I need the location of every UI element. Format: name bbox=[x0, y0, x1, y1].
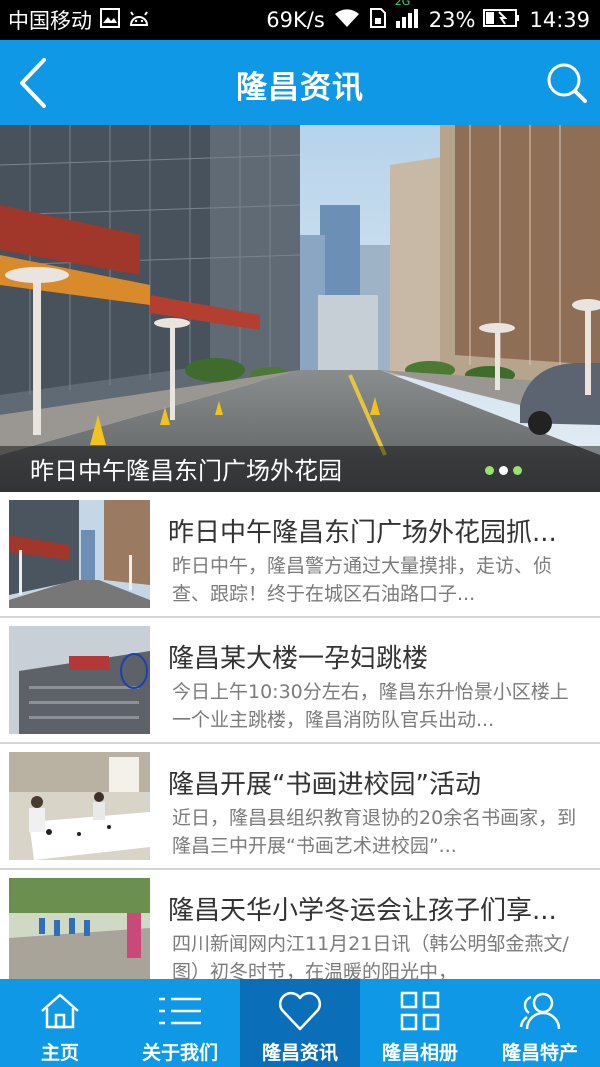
banner-caption: 昨日中午隆昌东门广场外花园 bbox=[30, 457, 342, 485]
battery-icon bbox=[483, 7, 521, 34]
tab-longchang-album[interactable]: 隆昌相册 bbox=[360, 979, 480, 1067]
signal-icon: 2G bbox=[395, 0, 421, 34]
clock: 14:39 bbox=[529, 8, 590, 32]
grid-icon bbox=[400, 991, 440, 1031]
top-nav-bar: 隆昌资讯 bbox=[0, 40, 600, 125]
news-title: 昨日中午隆昌东门广场外花园抓... bbox=[168, 518, 557, 548]
image-notification-icon bbox=[100, 7, 120, 33]
search-icon bbox=[547, 63, 587, 103]
news-thumbnail bbox=[9, 500, 150, 608]
tab-label: 隆昌特产 bbox=[501, 1042, 578, 1064]
network-speed: 69K/s bbox=[266, 8, 325, 32]
news-thumbnail bbox=[9, 878, 150, 979]
heart-icon bbox=[278, 991, 322, 1031]
news-item[interactable]: 隆昌天华小学冬运会让孩子们享... 四川新闻网内江11月21日讯（韩公明邹金燕文… bbox=[0, 870, 600, 979]
tab-label: 隆昌资讯 bbox=[261, 1042, 338, 1064]
home-icon bbox=[41, 993, 79, 1029]
tab-label: 主页 bbox=[40, 1042, 79, 1064]
news-item[interactable]: 隆昌某大楼一孕妇跳楼 今日上午10:30分左右，隆昌东升怡景小区楼上一个业主跳楼… bbox=[0, 618, 600, 744]
street-photo bbox=[0, 125, 600, 492]
network-type: 2G bbox=[394, 0, 411, 8]
news-summary: 近日，隆昌县组织教育退协的20余名书画家，到隆昌三中开展“书画艺术进校园”... bbox=[172, 807, 577, 857]
news-list: 昨日中午隆昌东门广场外花园抓... 昨日中午，隆昌警方通过大量摸排，走访、侦查、… bbox=[0, 492, 600, 979]
tab-home[interactable]: 主页 bbox=[0, 979, 120, 1067]
banner-dot-active[interactable] bbox=[499, 466, 508, 475]
headline-banner[interactable]: 昨日中午隆昌东门广场外花园 bbox=[0, 125, 600, 492]
news-item[interactable]: 昨日中午隆昌东门广场外花园抓... 昨日中午，隆昌警方通过大量摸排，走访、侦查、… bbox=[0, 492, 600, 618]
news-title: 隆昌天华小学冬运会让孩子们享... bbox=[168, 896, 557, 926]
news-title: 隆昌开展“书画进校园”活动 bbox=[168, 770, 481, 800]
page-title: 隆昌资讯 bbox=[236, 70, 364, 106]
search-button[interactable] bbox=[544, 60, 590, 106]
list-icon bbox=[159, 997, 201, 1025]
banner-dot[interactable] bbox=[513, 466, 522, 475]
bottom-tab-bar: 主页 关于我们 隆昌资讯 隆昌相册 隆昌特产 bbox=[0, 979, 600, 1067]
carrier-name: 中国移动 bbox=[8, 9, 92, 33]
news-summary: 四川新闻网内江11月21日讯（韩公明邹金燕文/图）初冬时节，在温暖的阳光中， bbox=[172, 933, 569, 979]
battery-percent: 23% bbox=[428, 8, 476, 32]
android-icon bbox=[128, 8, 150, 32]
news-thumbnail bbox=[9, 752, 150, 860]
banner-dot[interactable] bbox=[485, 466, 494, 475]
news-item[interactable]: 隆昌开展“书画进校园”活动 近日，隆昌县组织教育退协的20余名书画家，到隆昌三中… bbox=[0, 744, 600, 870]
tab-label: 关于我们 bbox=[141, 1042, 218, 1064]
tab-longchang-news[interactable]: 隆昌资讯 bbox=[240, 979, 360, 1067]
tab-about-us[interactable]: 关于我们 bbox=[120, 979, 240, 1067]
news-thumbnail bbox=[9, 626, 150, 734]
users-icon bbox=[519, 992, 561, 1030]
news-title: 隆昌某大楼一孕妇跳楼 bbox=[168, 644, 429, 674]
banner-page-indicator bbox=[485, 466, 522, 475]
news-summary: 今日上午10:30分左右，隆昌东升怡景小区楼上一个业主跳楼，隆昌消防队官兵出动.… bbox=[172, 681, 569, 731]
tab-longchang-specialty[interactable]: 隆昌特产 bbox=[480, 979, 600, 1067]
news-summary: 昨日中午，隆昌警方通过大量摸排，走访、侦查、跟踪！终于在城区石油路口子... bbox=[172, 555, 553, 605]
wifi-icon bbox=[333, 7, 361, 34]
status-bar: 中国移动 69K/s 2G 23% 14:39 bbox=[0, 0, 600, 40]
sim-icon bbox=[369, 7, 387, 34]
tab-label: 隆昌相册 bbox=[381, 1042, 458, 1064]
